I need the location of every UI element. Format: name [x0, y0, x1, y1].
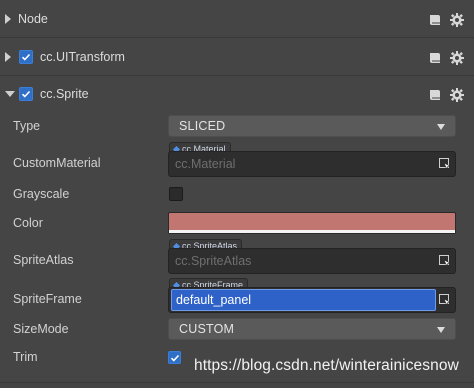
book-icon[interactable] — [428, 88, 442, 102]
section-title: cc.UITransform — [40, 50, 125, 64]
chevron-down-icon — [437, 124, 445, 130]
sprite-section-header[interactable]: cc.Sprite — [0, 76, 474, 112]
section-title: Node — [18, 12, 48, 26]
book-icon[interactable] — [428, 51, 442, 65]
asset-picker-icon[interactable] — [439, 158, 451, 170]
size-mode-select[interactable]: CUSTOM — [168, 318, 456, 340]
check-icon — [21, 53, 31, 61]
size-mode-label: SizeMode — [13, 322, 69, 336]
grayscale-label: Grayscale — [13, 187, 70, 201]
section-title: cc.Sprite — [40, 87, 89, 101]
type-select-value: SLICED — [179, 119, 226, 133]
trim-label: Trim — [13, 350, 38, 364]
gear-icon[interactable] — [450, 13, 464, 27]
size-mode-select-value: CUSTOM — [179, 322, 235, 336]
custom-material-placeholder: cc.Material — [175, 157, 236, 171]
sprite-atlas-field[interactable]: cc.SpriteAtlas — [168, 248, 456, 274]
book-icon[interactable] — [428, 13, 442, 27]
custom-material-label: CustomMaterial — [13, 156, 101, 170]
check-icon — [170, 354, 179, 362]
caret-down-icon[interactable] — [5, 91, 15, 97]
gear-icon[interactable] — [450, 51, 464, 65]
caret-right-icon[interactable] — [5, 14, 11, 24]
node-section-header[interactable]: Node — [0, 1, 474, 37]
alpha-strip — [169, 230, 455, 233]
sprite-atlas-label: SpriteAtlas — [13, 253, 74, 267]
grayscale-checkbox[interactable] — [169, 187, 183, 201]
bottom-divider — [0, 382, 474, 383]
sprite-atlas-placeholder: cc.SpriteAtlas — [175, 254, 252, 268]
gear-icon[interactable] — [450, 88, 464, 102]
check-icon — [21, 90, 31, 98]
sprite-frame-field[interactable]: default_panel — [168, 287, 456, 313]
asset-picker-icon[interactable] — [439, 294, 451, 306]
trim-checkbox[interactable] — [168, 351, 181, 364]
uitransform-enabled-checkbox[interactable] — [19, 50, 33, 64]
color-label: Color — [13, 216, 43, 230]
uitransform-section-header[interactable]: cc.UITransform — [0, 39, 474, 75]
sprite-frame-value-box[interactable]: default_panel — [171, 289, 436, 311]
chevron-down-icon — [437, 327, 445, 333]
sprite-enabled-checkbox[interactable] — [19, 87, 33, 101]
caret-right-icon[interactable] — [5, 52, 11, 62]
custom-material-field[interactable]: cc.Material — [168, 151, 456, 177]
watermark-text: https://blog.csdn.net/winterainicesnow — [194, 357, 459, 374]
type-select[interactable]: SLICED — [168, 115, 456, 137]
color-swatch[interactable] — [168, 212, 456, 234]
type-label: Type — [13, 119, 41, 133]
asset-picker-icon[interactable] — [439, 255, 451, 267]
sprite-frame-value: default_panel — [176, 293, 252, 307]
sprite-frame-label: SpriteFrame — [13, 292, 82, 306]
